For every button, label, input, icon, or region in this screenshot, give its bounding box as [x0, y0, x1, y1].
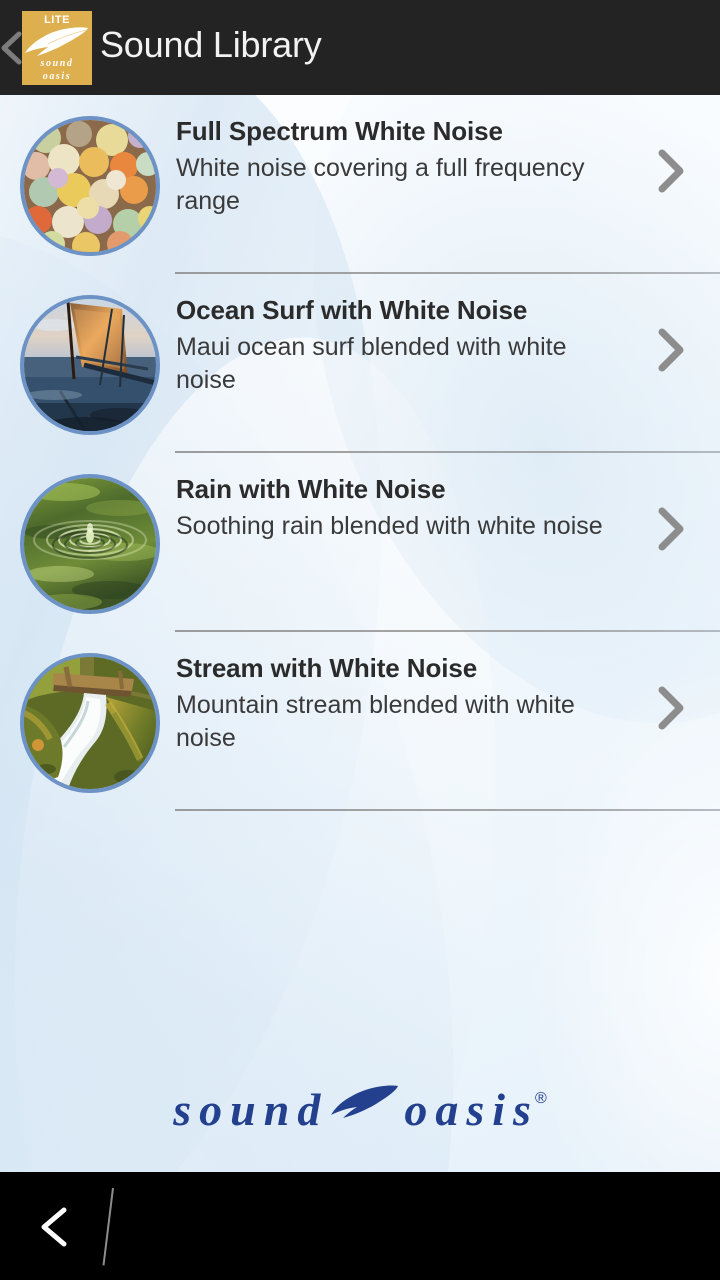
rain-ripples-thumbnail	[24, 478, 156, 610]
list-item-thumbnail	[20, 295, 160, 435]
list-item-title: Full Spectrum White Noise	[176, 116, 503, 146]
back-chevron-icon	[41, 1207, 67, 1247]
list-item-text: Stream with White Noise Mountain stream …	[176, 652, 656, 755]
bokeh-lights-thumbnail	[24, 120, 156, 252]
sound-list: Full Spectrum White Noise White noise co…	[0, 95, 720, 811]
list-item-text: Rain with White Noise Soothing rain blen…	[176, 473, 656, 543]
footer-logo-sound: sound	[173, 1083, 329, 1135]
list-item-chevron[interactable]	[650, 503, 690, 555]
brand-logo-badge[interactable]: LITE sound oasis	[22, 11, 92, 85]
list-item[interactable]: Full Spectrum White Noise White noise co…	[0, 95, 720, 274]
feather-icon	[25, 27, 88, 56]
list-item-thumbnail	[20, 474, 160, 614]
list-item-chevron[interactable]	[650, 324, 690, 376]
mountain-stream-thumbnail	[24, 657, 156, 789]
list-item-title: Stream with White Noise	[176, 653, 478, 683]
list-item-description: Maui ocean surf blended with white noise	[176, 333, 567, 395]
list-item-chevron[interactable]	[650, 145, 690, 197]
sailboat-sunset-thumbnail	[24, 299, 156, 431]
system-navigation-bar	[0, 1172, 720, 1280]
list-item-text: Ocean Surf with White Noise Maui ocean s…	[176, 294, 656, 397]
list-item-description: Mountain stream blended with white noise	[176, 691, 575, 753]
list-divider	[175, 809, 720, 811]
page-title: Sound Library	[100, 24, 322, 65]
nav-back-button[interactable]	[32, 1202, 78, 1252]
chevron-right-icon	[658, 507, 684, 551]
list-item[interactable]: Ocean Surf with White Noise Maui ocean s…	[0, 274, 720, 453]
list-item-title: Ocean Surf with White Noise	[176, 295, 528, 325]
content-area: Full Spectrum White Noise White noise co…	[0, 95, 720, 1172]
chevron-right-icon	[658, 686, 684, 730]
registered-trademark-mark: ®	[534, 1090, 547, 1107]
list-item-description: Soothing rain blended with white noise	[176, 512, 603, 541]
chevron-right-icon	[658, 149, 684, 193]
brand-oasis-text: oasis	[42, 71, 72, 82]
list-item-thumbnail	[20, 116, 160, 256]
app-screen: LITE sound oasis Sound Library Full Spec…	[0, 0, 720, 1280]
list-item[interactable]: Stream with White Noise Mountain stream …	[0, 632, 720, 811]
brand-sound-text: sound	[40, 58, 74, 69]
list-item-title: Rain with White Noise	[176, 474, 446, 504]
list-item-text: Full Spectrum White Noise White noise co…	[176, 115, 656, 218]
app-header: LITE sound oasis Sound Library	[0, 0, 720, 95]
list-item-description: White noise covering a full frequency ra…	[176, 154, 585, 216]
footer-logo-oasis: oasis	[404, 1083, 539, 1135]
feather-icon	[331, 1085, 399, 1118]
diagonal-separator	[102, 1187, 114, 1266]
footer-brand-logo: sound oasis ®	[0, 1074, 720, 1144]
chevron-right-icon	[658, 328, 684, 372]
list-item-chevron[interactable]	[650, 682, 690, 734]
list-item-thumbnail	[20, 653, 160, 793]
list-item[interactable]: Rain with White Noise Soothing rain blen…	[0, 453, 720, 632]
